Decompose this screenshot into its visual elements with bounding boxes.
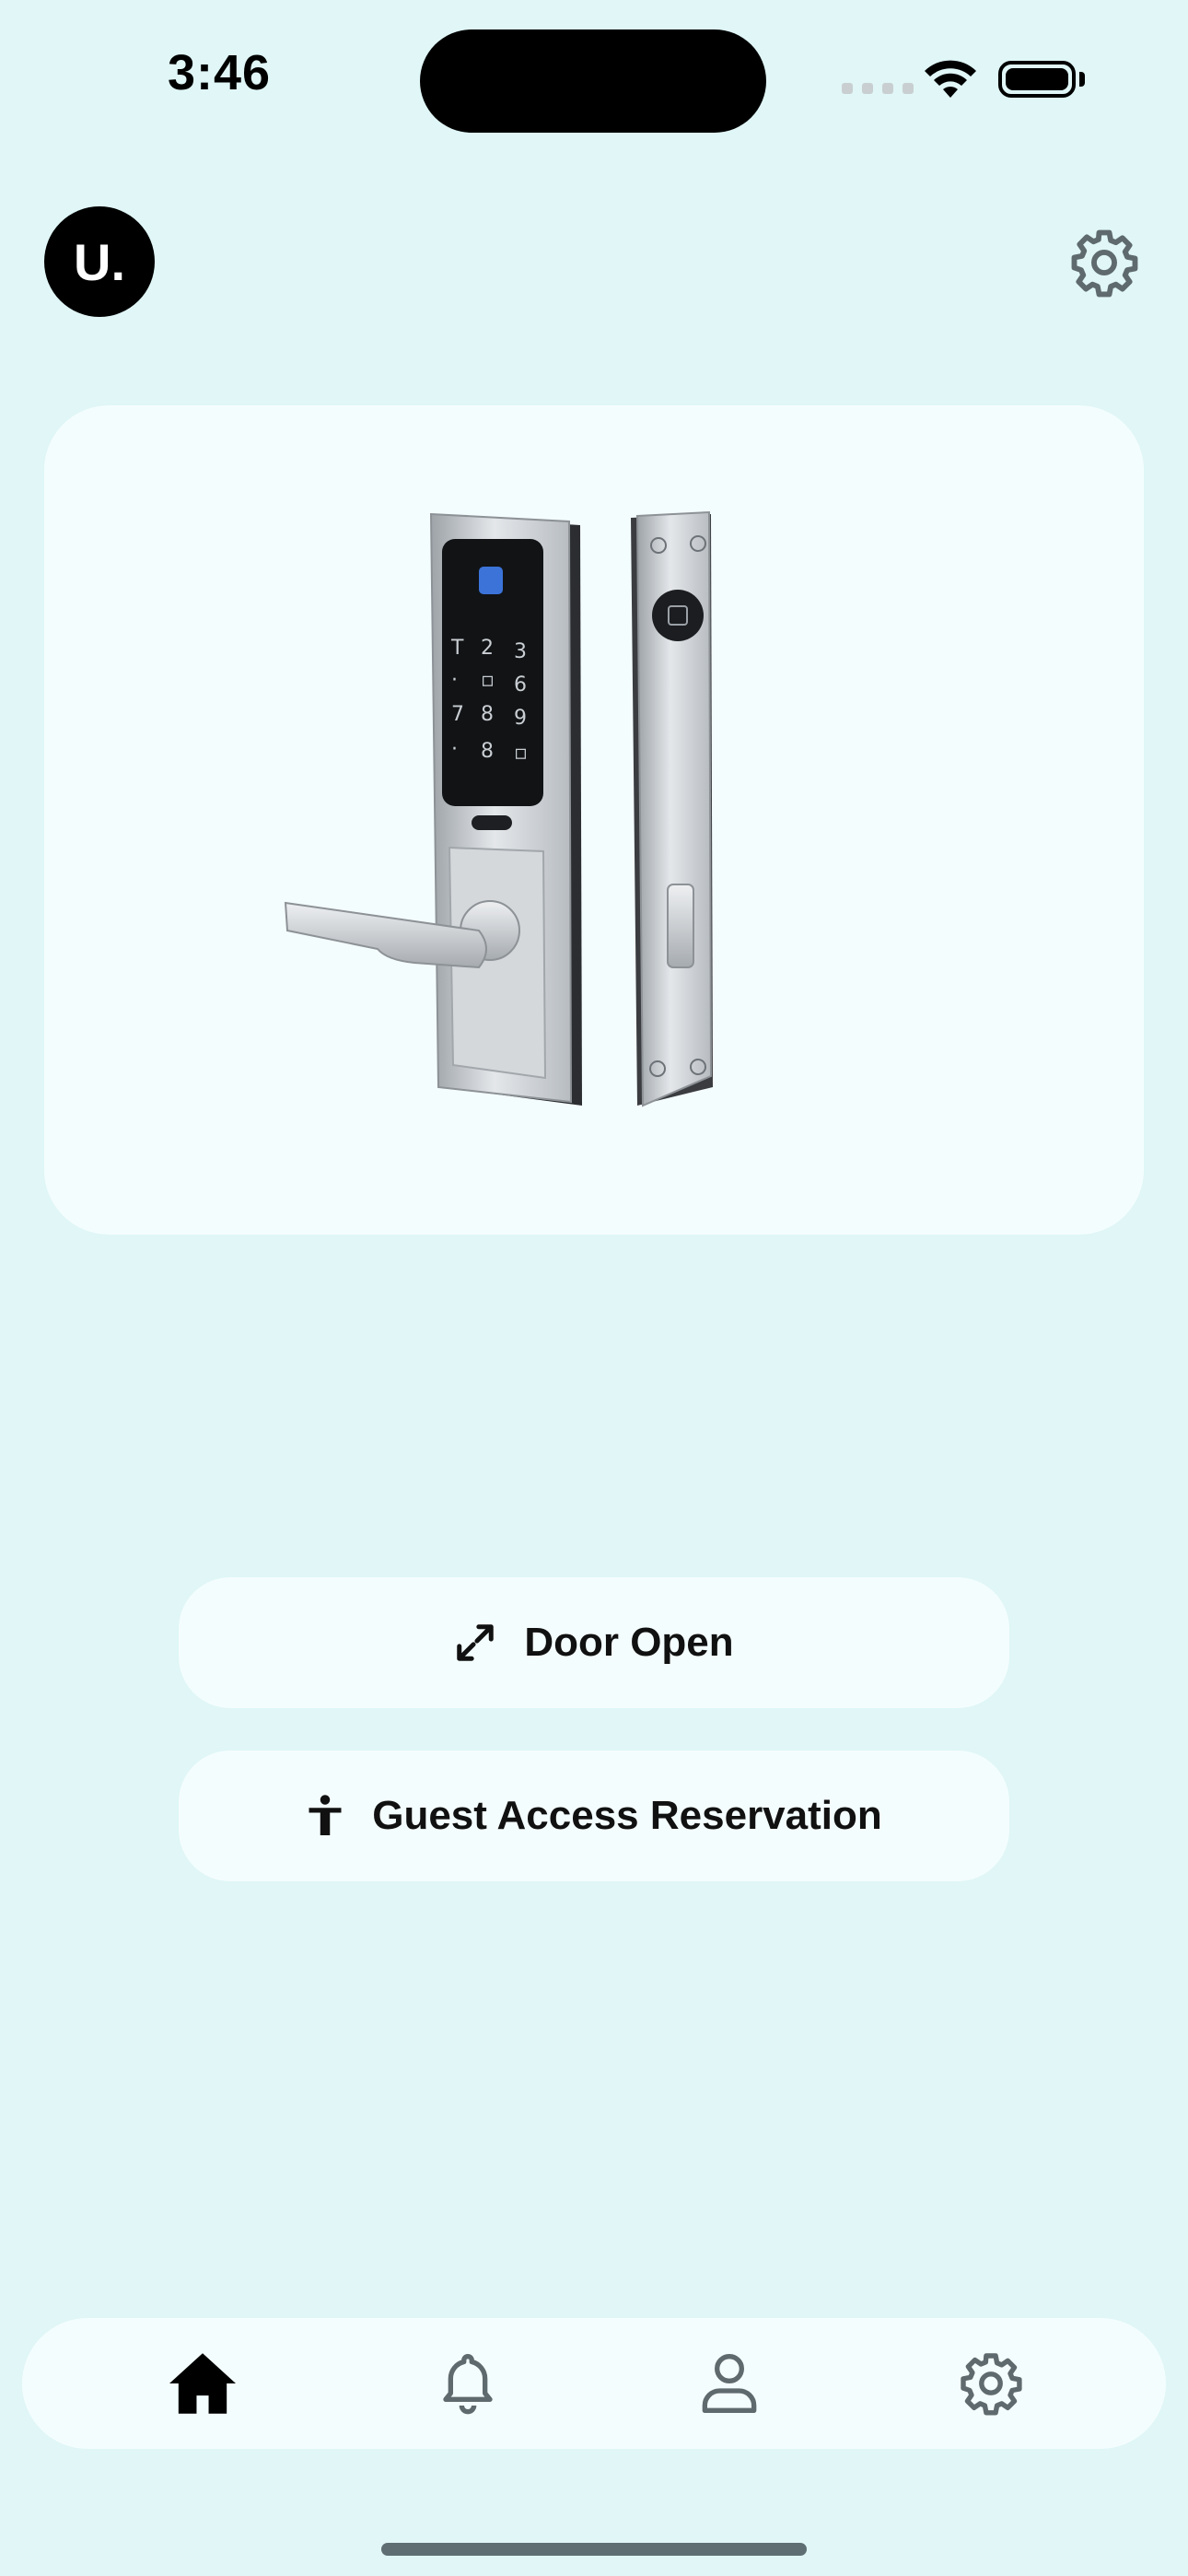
tab-notifications[interactable]	[403, 2318, 532, 2449]
door-open-label: Door Open	[524, 1620, 734, 1665]
tab-profile[interactable]	[665, 2318, 794, 2449]
bell-icon	[443, 2354, 493, 2415]
guest-access-label: Guest Access Reservation	[372, 1793, 882, 1838]
svg-text:2: 2	[481, 637, 494, 660]
svg-text:6: 6	[514, 673, 527, 697]
battery-icon	[998, 61, 1076, 98]
gear-icon	[961, 2353, 1022, 2416]
avatar[interactable]: U.	[44, 206, 155, 317]
dynamic-island	[420, 29, 766, 133]
gear-icon[interactable]	[1068, 227, 1140, 299]
svg-text:8: 8	[481, 740, 494, 763]
person-icon	[309, 1795, 342, 1835]
tab-home[interactable]	[138, 2318, 267, 2449]
tab-settings[interactable]	[926, 2318, 1055, 2449]
svg-text:7: 7	[451, 703, 464, 726]
svg-text:T: T	[450, 637, 464, 660]
svg-text:▫: ▫	[514, 742, 528, 765]
svg-text:▫: ▫	[481, 669, 495, 692]
svg-text:3: 3	[514, 640, 527, 663]
user-icon	[702, 2354, 757, 2413]
bottom-tab-bar	[22, 2318, 1166, 2449]
home-icon	[169, 2353, 236, 2414]
guest-access-reservation-button[interactable]: Guest Access Reservation	[179, 1751, 1009, 1881]
wifi-icon	[925, 60, 976, 98]
svg-text:9: 9	[514, 707, 527, 730]
smart-door-lock-image: T23 · ▫ 6 789 · 8 ▫	[284, 510, 713, 1107]
svg-text:·: ·	[451, 669, 458, 692]
home-indicator[interactable]	[381, 2543, 807, 2556]
status-time: 3:46	[168, 45, 272, 100]
battery-tip	[1079, 72, 1085, 87]
cellular-signal-icon	[842, 83, 914, 94]
svg-text:·: ·	[451, 738, 458, 761]
expand-arrows-icon	[457, 1624, 495, 1661]
door-open-button[interactable]: Door Open	[179, 1577, 1009, 1708]
svg-text:8: 8	[481, 703, 494, 726]
